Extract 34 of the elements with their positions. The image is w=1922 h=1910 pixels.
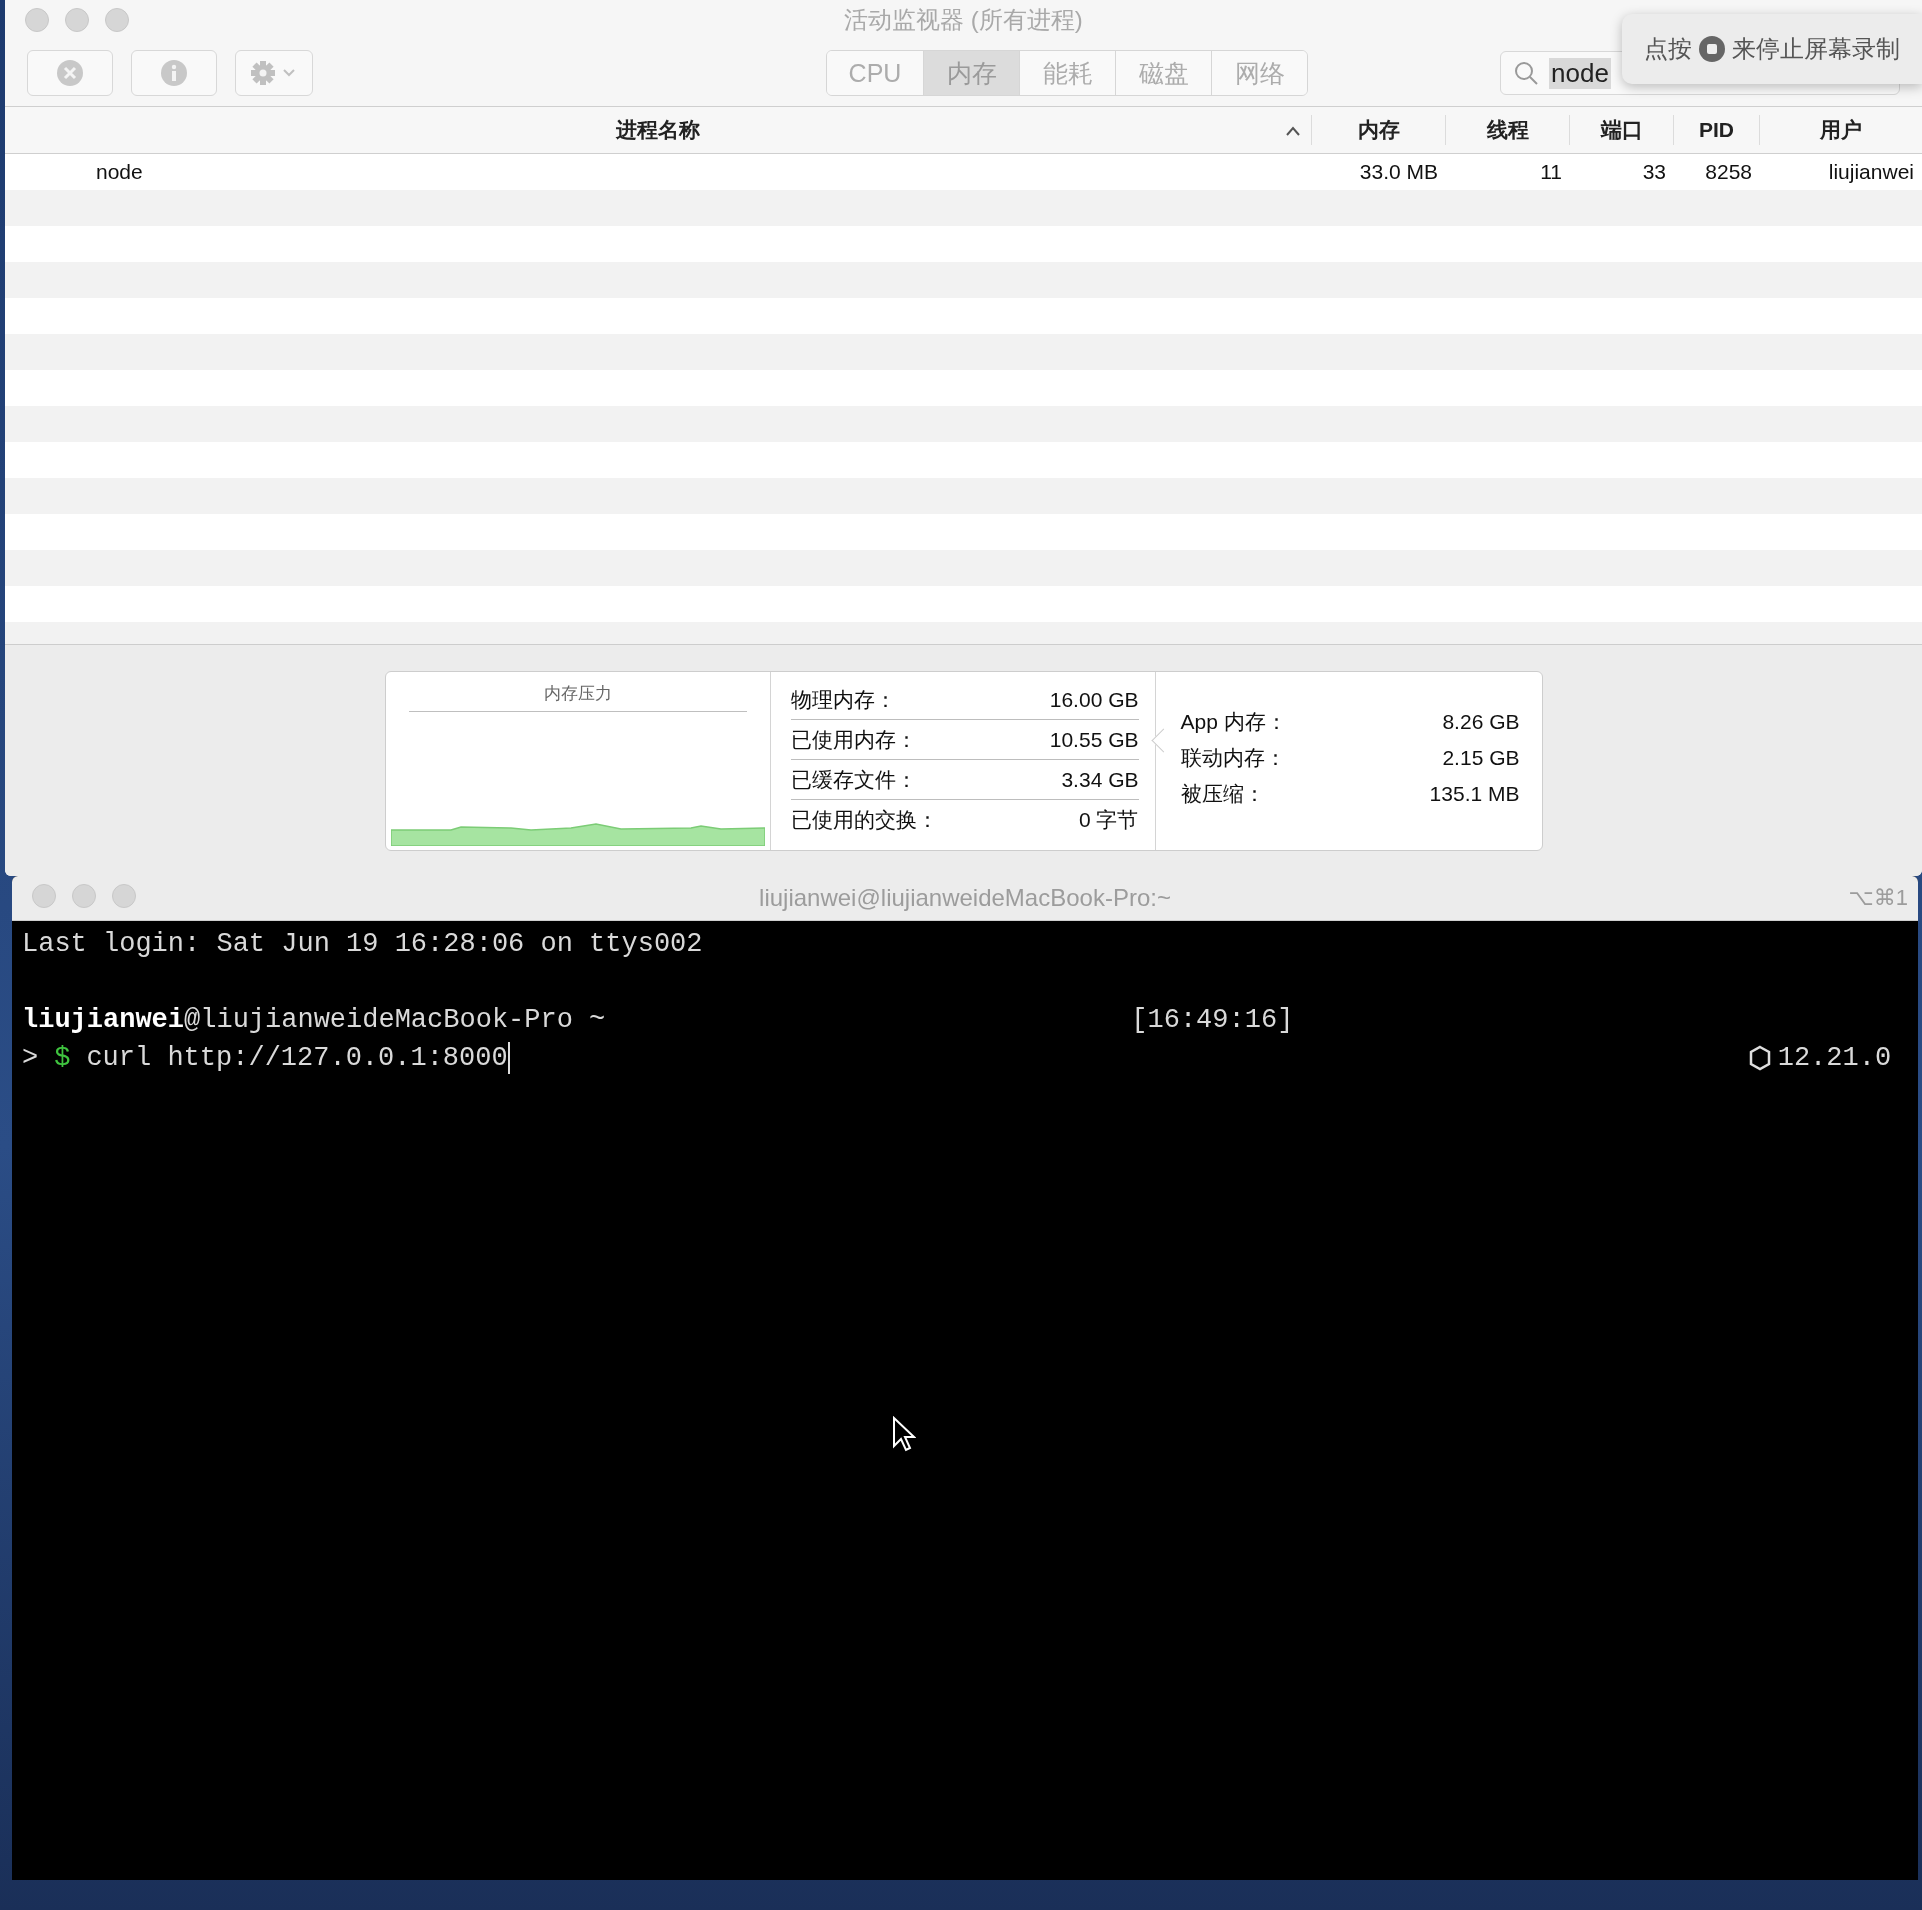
table-cell-text: 33.0 MB bbox=[1358, 160, 1439, 184]
window-title: 活动监视器 (所有进程) bbox=[844, 5, 1083, 35]
stat-label: 被压缩： bbox=[1180, 781, 1265, 807]
table-cell-text: 33 bbox=[1641, 160, 1667, 184]
stat-label: 已使用内存： bbox=[790, 726, 917, 753]
prompt-host: @liujianweideMacBook-Pro ~ bbox=[184, 1004, 606, 1037]
stat-value: 0 字节 bbox=[1079, 806, 1139, 833]
shortcut-label: ⌥⌘1 bbox=[1848, 885, 1908, 911]
table-cell-text: node bbox=[95, 160, 144, 184]
prompt-user: liujianwei bbox=[22, 1004, 185, 1037]
prompt-time: [16:49:16] bbox=[1131, 1004, 1294, 1037]
stat-label: 已缓存文件： bbox=[790, 766, 917, 793]
hint-text: 来停止屏幕录制 bbox=[1732, 34, 1900, 64]
node-version: 12.21.0 bbox=[1777, 1042, 1892, 1075]
stat-value: 3.34 GB bbox=[1061, 767, 1139, 792]
terminal-command: curl http://127.0.0.1:8000 bbox=[86, 1042, 508, 1075]
prompt-arrow: > bbox=[22, 1042, 39, 1075]
stat-label: 联动内存： bbox=[1180, 745, 1286, 771]
memory-pressure-title: 内存压力 bbox=[408, 682, 747, 712]
table-cell-text: 8258 bbox=[1704, 160, 1753, 184]
stat-label: 已使用的交换： bbox=[790, 806, 938, 833]
stat-value: 2.15 GB bbox=[1442, 746, 1520, 770]
terminal-text: Last login: Sat Jun 19 16:28:06 on ttys002 bbox=[22, 928, 703, 961]
stat-value: 8.26 GB bbox=[1442, 710, 1520, 734]
stat-value: 10.55 GB bbox=[1049, 727, 1139, 752]
stat-value: 16.00 GB bbox=[1049, 687, 1139, 712]
table-cell-text: liujianwei bbox=[1827, 160, 1915, 184]
window-title: liujianwei@liujianweideMacBook-Pro:~ bbox=[759, 884, 1171, 912]
hint-text: 点按 bbox=[1644, 34, 1692, 64]
table-cell-text: 11 bbox=[1539, 160, 1563, 184]
stat-value: 135.1 MB bbox=[1429, 782, 1520, 806]
stat-label: 物理内存： bbox=[790, 686, 896, 713]
prompt-dollar: $ bbox=[54, 1042, 71, 1075]
stat-label: App 内存： bbox=[1180, 709, 1287, 735]
